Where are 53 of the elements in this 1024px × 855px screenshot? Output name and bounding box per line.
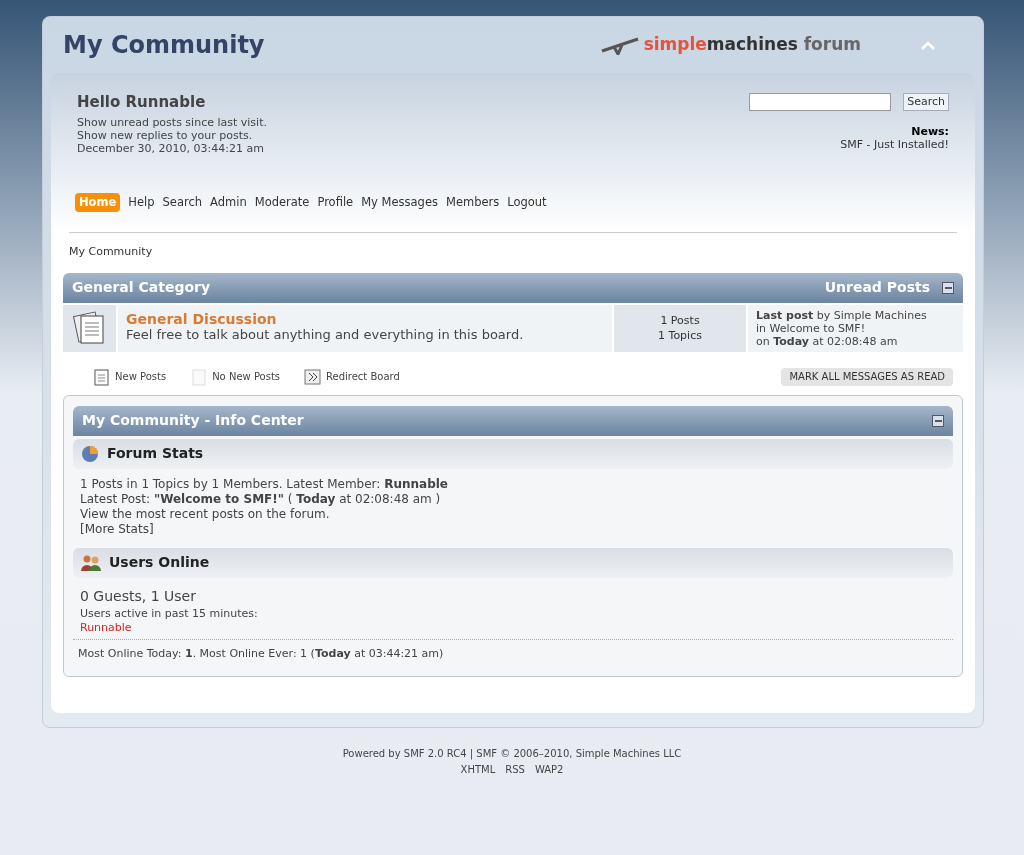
legend-label: No New Posts [212,370,281,385]
logo: simplemachines forum [599,32,861,58]
section-title: Users Online [109,553,210,573]
user-link[interactable]: Show new replies to your posts. [77,129,267,142]
menu-item[interactable]: Search [162,193,203,213]
breadcrumb[interactable]: My Community [69,244,963,261]
section-title: Forum Stats [107,444,204,464]
stats-line: Latest Post: "Welcome to SMF!" ( Today at 02:08:48 am ) [80,491,442,507]
menu-item[interactable]: Members [445,193,500,213]
footer-link[interactable]: WAP2 [534,762,564,778]
category-title: General Category [72,278,212,298]
user-link[interactable]: Show unread posts since last visit. [77,116,267,129]
menu-item[interactable]: My Messages [361,193,438,213]
users-icon [81,553,101,572]
last-post-info: in Welcome to SMF! [756,321,867,335]
online-label: Users active in past 15 minutes: [80,606,259,621]
pie-chart-icon [81,444,99,463]
online-user[interactable]: Runnable [80,620,946,635]
footer-text: Powered by SMF 2.0 RC4 | SMF © 2006–2010, Simple Machines LLC [341,747,683,762]
menu-item[interactable]: Moderate [254,193,310,213]
current-date: December 30, 2010, 03:44:21 am [77,142,265,155]
collapse-icon[interactable] [932,414,944,427]
info-center-title: My Community - Info Center [82,411,305,431]
news-text: SMF - Just Installed! [840,138,949,151]
menu-item[interactable]: Profile [317,193,354,213]
collapse-icon[interactable] [942,281,954,294]
footer-link[interactable]: RSS [505,762,525,778]
site-title: My Community [63,30,266,61]
greeting: Hello Runnable [77,93,207,111]
board-icon [72,311,107,346]
topic-count: 1 Topics [658,328,702,344]
menu-item[interactable]: Admin [210,193,247,213]
last-post-info: on Today at 02:08:48 am [756,334,899,348]
stats-line: [More Stats] [80,521,155,537]
online-count: 0 Guests, 1 User [80,587,197,604]
stats-line: 1 Posts in 1 Topics by 1 Members. Latest Member: Runnable [80,476,449,492]
most-online: Most Online Today: 1. Most Online Ever: 1 (Today at 03:44:21 am) [73,638,953,663]
faded-document-icon [190,367,209,386]
search-button[interactable]: Search [903,93,949,111]
search-field[interactable] [749,93,892,111]
legend-label: New Posts [115,370,167,385]
news-label: News: [911,125,949,138]
document-icon [93,367,111,386]
post-count: 1 Posts [660,313,700,329]
menu-item[interactable]: Help [128,193,155,213]
menu-item[interactable]: Logout [507,193,547,213]
redirect-icon [304,367,323,386]
mark-read-button[interactable]: MARK ALL MESSAGES AS READ [781,367,953,386]
board-description: Feel free to talk about anything and everything in this board. [126,326,525,342]
stats-line: View the most recent posts on the forum. [80,506,331,522]
last-post-info: Last post by Simple Machines [756,308,928,322]
footer-link[interactable]: XHTML [460,762,496,778]
legend-label: Redirect Board [326,370,400,385]
